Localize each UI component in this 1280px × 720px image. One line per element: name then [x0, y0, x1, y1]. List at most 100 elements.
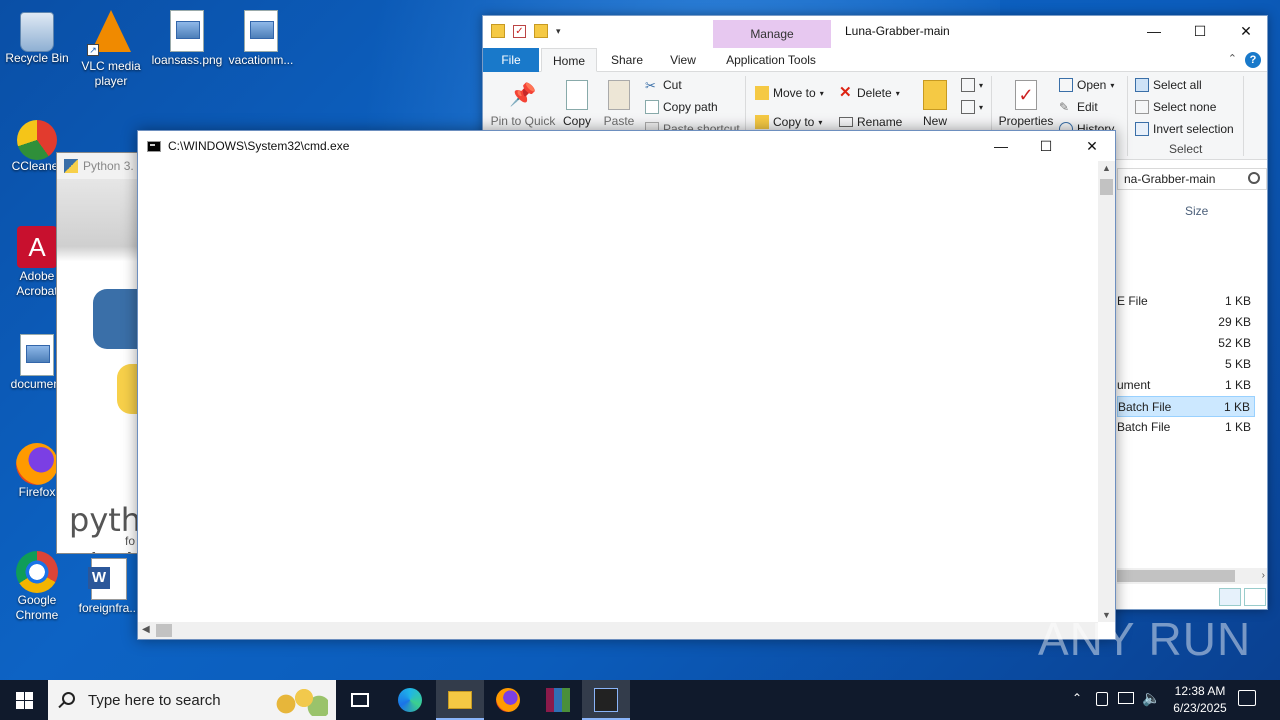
chevron-up-icon[interactable]: ⌃	[1228, 52, 1237, 65]
desktop-icon-vacation[interactable]: vacationm...	[224, 8, 298, 68]
tab-view[interactable]: View	[655, 48, 711, 72]
image-file-icon	[244, 10, 278, 52]
taskbar-edge[interactable]	[386, 680, 434, 720]
chevron-down-icon: ▾	[1110, 80, 1115, 90]
copy-path-button[interactable]: Copy path	[645, 100, 718, 114]
help-icon[interactable]: ?	[1245, 52, 1261, 68]
desktop-icon-loansass[interactable]: loansass.png	[150, 8, 224, 68]
select-all-button[interactable]: Select all	[1135, 78, 1202, 92]
move-to-button[interactable]: Move to ▾	[755, 86, 824, 100]
firefox-icon	[496, 688, 520, 712]
tab-share[interactable]: Share	[599, 48, 655, 72]
clock-time: 12:38 AM	[1174, 684, 1226, 698]
open-label: Open	[1077, 78, 1107, 92]
desktop-icon-vlc[interactable]: ↗ VLC media player	[74, 8, 148, 89]
taskbar-cmd[interactable]	[582, 680, 630, 720]
desktop-icon-foreignfra[interactable]: foreignfra...	[72, 556, 146, 616]
close-button[interactable]: ✕	[1069, 131, 1115, 161]
move-to-label: Move to	[773, 86, 816, 100]
new-item-button[interactable]: ▾	[961, 78, 983, 92]
edit-button[interactable]: ✎ Edit	[1059, 100, 1098, 114]
windows-logo-icon	[25, 701, 33, 709]
taskbar-firefox[interactable]	[484, 680, 532, 720]
folder-icon[interactable]	[491, 24, 505, 38]
chevron-down-icon[interactable]: ▾	[556, 26, 561, 37]
tab-application-tools[interactable]: Application Tools	[715, 48, 827, 72]
close-button[interactable]: ✕	[1223, 16, 1269, 46]
list-item[interactable]: E File 1 KB	[1117, 291, 1255, 312]
select-none-label: Select none	[1153, 100, 1217, 114]
search-box[interactable]: na-Grabber-main	[1117, 168, 1267, 190]
list-item[interactable]: 52 KB	[1117, 333, 1255, 354]
list-item[interactable]: 5 KB	[1117, 354, 1255, 375]
task-view-button[interactable]	[336, 680, 384, 720]
device-icon[interactable]	[1096, 692, 1108, 706]
network-icon[interactable]	[1118, 692, 1134, 704]
delete-button[interactable]: ✕ Delete ▾	[839, 85, 900, 100]
start-button[interactable]	[0, 680, 48, 720]
tab-home[interactable]: Home	[541, 48, 597, 72]
copy-path-icon	[645, 100, 659, 114]
tab-file[interactable]: File	[483, 48, 539, 72]
cut-button[interactable]: ✂ Cut	[645, 78, 682, 93]
tab-manage[interactable]: Manage	[713, 20, 831, 48]
anyrun-watermark: ANY RUN	[1038, 613, 1252, 665]
list-item[interactable]: 29 KB	[1117, 312, 1255, 333]
maximize-button[interactable]: ☐	[1023, 131, 1069, 161]
taskbar-winrar[interactable]	[534, 680, 582, 720]
open-button[interactable]: Open ▾	[1059, 78, 1114, 92]
copy-button[interactable]: Copy	[559, 78, 595, 128]
chevron-left-icon[interactable]: ◀	[142, 624, 150, 635]
ribbon-separator	[1127, 76, 1128, 156]
edit-pencil-icon: ✎	[1059, 100, 1070, 114]
properties-icon[interactable]: ✓	[513, 24, 526, 38]
list-item[interactable]: ument 1 KB	[1117, 375, 1255, 396]
minimize-button[interactable]: —	[978, 131, 1024, 161]
horizontal-scrollbar[interactable]: ›	[1117, 568, 1267, 584]
easy-access-button[interactable]: ▾	[961, 100, 983, 114]
details-view-icon[interactable]	[1219, 588, 1241, 606]
search-icon[interactable]	[1248, 172, 1260, 184]
maximize-button[interactable]: ☐	[1177, 16, 1223, 46]
vertical-scrollbar[interactable]: ▲ ▼	[1098, 161, 1115, 622]
list-item-selected[interactable]: Batch File 1 KB	[1117, 396, 1255, 417]
taskbar-search-box[interactable]: Type here to search	[48, 680, 336, 720]
desktop-icon-label: Google Chrome	[15, 593, 59, 622]
copy-to-button[interactable]: Copy to ▾	[755, 115, 822, 129]
rename-button[interactable]: Rename	[839, 115, 902, 129]
large-icons-view-icon[interactable]	[1244, 588, 1266, 606]
chevron-up-icon[interactable]: ▲	[1098, 163, 1115, 173]
folder-icon	[448, 691, 472, 709]
file-size: 1 KB	[1224, 294, 1251, 308]
horizontal-scrollbar[interactable]: ◀	[138, 622, 1098, 639]
window-title: Luna-Grabber-main	[845, 24, 950, 38]
list-item[interactable]: Batch File 1 KB	[1117, 417, 1255, 438]
scrollbar-thumb[interactable]	[1100, 179, 1113, 195]
clock[interactable]: 12:38 AM 6/23/2025	[1160, 683, 1240, 717]
python-installer-window[interactable]: Python 3. pytho fo windo	[56, 152, 146, 554]
console-output[interactable]	[138, 161, 1098, 622]
cmd-window[interactable]: C:\WINDOWS\System32\cmd.exe — ☐ ✕ ▲ ▼ ◀	[137, 130, 1116, 640]
view-toggle	[1219, 588, 1266, 606]
new-folder-icon[interactable]	[534, 24, 548, 38]
invert-selection-button[interactable]: Invert selection	[1135, 122, 1234, 136]
column-header-size[interactable]: Size	[1185, 204, 1208, 218]
scrollbar-thumb[interactable]	[1117, 570, 1235, 582]
chevron-right-icon[interactable]: ›	[1262, 568, 1265, 584]
console-icon	[594, 688, 618, 712]
properties-button[interactable]: ✓ Properties	[997, 78, 1055, 128]
ribbon-tabs: File Home Share View Application Tools ⌃…	[483, 48, 1267, 72]
scrollbar-thumb[interactable]	[156, 624, 172, 637]
desktop-icon-recycle-bin[interactable]: Recycle Bin	[0, 8, 74, 66]
paste-button[interactable]: Paste	[601, 78, 637, 128]
chevron-up-icon[interactable]: ⌃	[1072, 691, 1082, 705]
desktop-icon-chrome[interactable]: Google Chrome	[0, 548, 74, 623]
volume-icon[interactable]: 🔈	[1142, 689, 1161, 707]
notification-icon[interactable]	[1238, 690, 1256, 706]
pin-icon: 📌	[509, 82, 537, 107]
minimize-button[interactable]: —	[1131, 16, 1177, 46]
taskbar-file-explorer[interactable]	[436, 680, 484, 720]
select-none-button[interactable]: Select none	[1135, 100, 1216, 114]
cmd-titlebar[interactable]: C:\WINDOWS\System32\cmd.exe — ☐ ✕	[138, 131, 1115, 161]
explorer-titlebar[interactable]: ✓ ▾ Manage Luna-Grabber-main — ☐ ✕	[483, 16, 1267, 48]
